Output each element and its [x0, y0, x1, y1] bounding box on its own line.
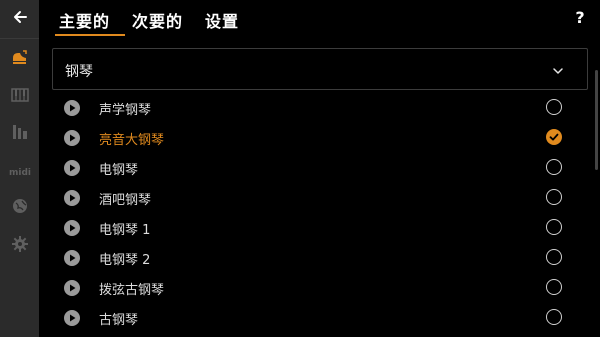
app-window: midi 主要的 次要的 设置 ? 钢琴 声学钢琴 亮音大钢琴 电钢琴 酒吧钢琴…	[0, 0, 600, 337]
mixer-icon	[11, 123, 29, 145]
radio-unchecked-icon[interactable]	[546, 309, 562, 325]
instrument-category-dropdown[interactable]: 钢琴	[52, 48, 588, 90]
play-preview-icon[interactable]	[64, 250, 80, 266]
header-bar: 主要的 次要的 设置 ?	[39, 0, 600, 38]
play-preview-icon[interactable]	[64, 190, 80, 206]
radio-unchecked-icon[interactable]	[546, 249, 562, 265]
list-item[interactable]: 电钢琴 1	[52, 212, 588, 242]
sidebar-item-mixer[interactable]	[0, 120, 39, 148]
sidebar-item-settings[interactable]	[0, 232, 39, 260]
list-item[interactable]: 拨弦古钢琴	[52, 272, 588, 302]
chevron-down-icon	[551, 63, 565, 77]
sidebar: midi	[0, 0, 39, 337]
play-preview-icon[interactable]	[64, 280, 80, 296]
play-preview-icon[interactable]	[64, 100, 80, 116]
list-item[interactable]: 电钢琴 2	[52, 242, 588, 272]
play-preview-icon[interactable]	[64, 160, 80, 176]
keyboard-icon	[10, 87, 29, 106]
radio-checked-icon[interactable]	[546, 129, 562, 145]
list-item[interactable]: 亮音大钢琴	[52, 122, 588, 152]
globe-icon	[12, 198, 28, 218]
dropdown-selected-value: 钢琴	[65, 64, 93, 80]
list-item-label: 拨弦古钢琴	[99, 283, 165, 298]
scrollbar[interactable]	[595, 70, 598, 170]
list-item-label: 电钢琴 1	[99, 223, 151, 238]
gear-icon	[11, 235, 29, 257]
list-item[interactable]: 古钢琴	[52, 302, 588, 332]
play-preview-icon[interactable]	[64, 220, 80, 236]
radio-unchecked-icon[interactable]	[546, 279, 562, 295]
list-item[interactable]: 声学钢琴	[52, 92, 588, 122]
list-item-label: 电钢琴 2	[99, 253, 151, 268]
sidebar-item-keyboard[interactable]	[0, 82, 39, 110]
radio-unchecked-icon[interactable]	[546, 219, 562, 235]
list-item-label: 声学钢琴	[99, 103, 152, 118]
svg-text:midi: midi	[9, 168, 31, 177]
sidebar-item-midi[interactable]: midi	[0, 157, 39, 185]
radio-unchecked-icon[interactable]	[546, 189, 562, 205]
list-item-label: 亮音大钢琴	[99, 133, 165, 148]
instrument-list: 声学钢琴 亮音大钢琴 电钢琴 酒吧钢琴 电钢琴 1 电钢琴 2 拨弦古钢琴 古钢…	[52, 92, 588, 332]
active-tab-indicator	[55, 34, 125, 36]
list-item-label: 古钢琴	[99, 313, 139, 328]
play-preview-icon[interactable]	[64, 310, 80, 326]
radio-unchecked-icon[interactable]	[546, 99, 562, 115]
play-preview-icon[interactable]	[64, 130, 80, 146]
back-button[interactable]	[0, 4, 39, 34]
list-item-label: 酒吧钢琴	[99, 193, 152, 208]
piano-icon	[11, 50, 29, 70]
radio-unchecked-icon[interactable]	[546, 159, 562, 175]
tab-settings[interactable]: 设置	[205, 8, 239, 32]
list-item-label: 电钢琴	[99, 163, 139, 178]
back-arrow-icon	[12, 9, 28, 29]
sidebar-item-piano[interactable]	[0, 46, 39, 74]
sidebar-divider	[0, 38, 39, 39]
list-item[interactable]: 电钢琴	[52, 152, 588, 182]
sidebar-item-globe[interactable]	[0, 194, 39, 222]
help-button[interactable]: ?	[572, 8, 588, 30]
midi-icon: midi	[9, 162, 31, 181]
tab-secondary[interactable]: 次要的	[132, 8, 183, 32]
tab-primary[interactable]: 主要的	[59, 8, 110, 32]
list-item[interactable]: 酒吧钢琴	[52, 182, 588, 212]
